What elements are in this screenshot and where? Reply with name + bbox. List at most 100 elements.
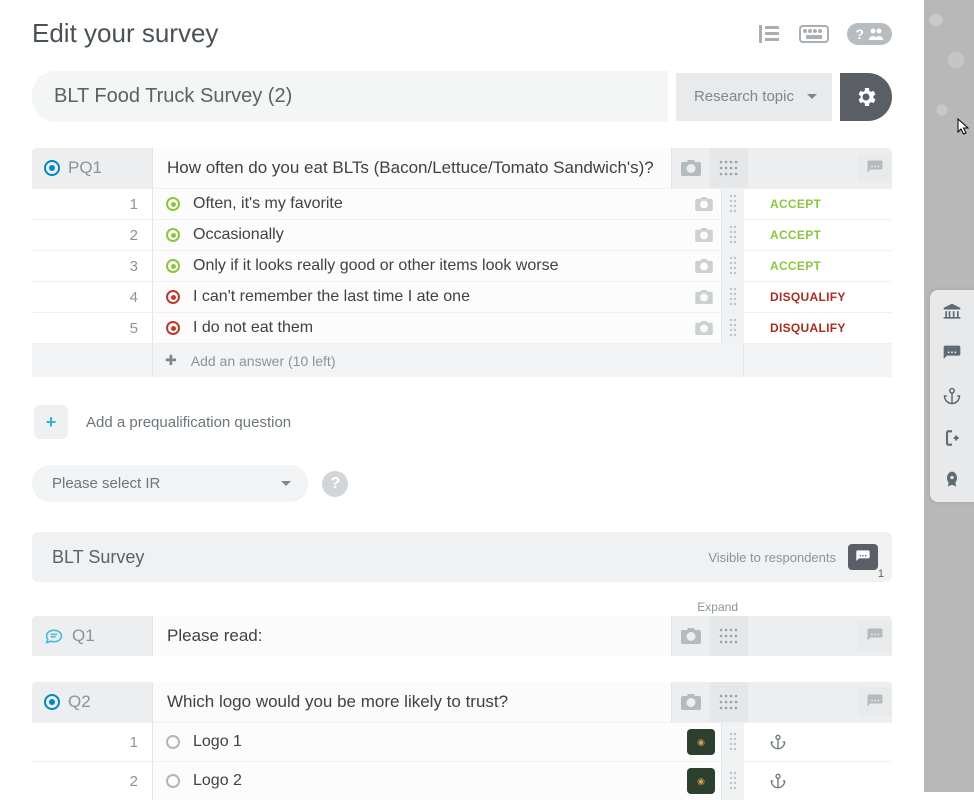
answer-radio[interactable]: [153, 774, 193, 788]
answer-text[interactable]: Often, it's my favorite: [193, 195, 687, 213]
visible-label: Visible to respondents: [708, 550, 836, 565]
answer-number: 4: [32, 282, 152, 312]
answer-number: 2: [32, 762, 152, 800]
question-code-cell: Q1: [32, 616, 152, 656]
question-q1: Q1 Please read:: [32, 616, 892, 656]
comment-icon[interactable]: [858, 687, 892, 717]
survey-name-row: BLT Food Truck Survey (2) Research topic: [32, 71, 892, 122]
ir-label: Please select IR: [52, 475, 160, 492]
question-text[interactable]: Please read:: [152, 616, 672, 656]
camera-icon[interactable]: [687, 290, 721, 304]
answer-text[interactable]: I do not eat them: [193, 319, 687, 337]
camera-icon[interactable]: [687, 197, 721, 211]
answer-text[interactable]: Logo 2: [193, 772, 687, 790]
comment-count: 1: [878, 568, 884, 580]
answer-radio[interactable]: [153, 228, 193, 242]
drag-handle-icon[interactable]: [722, 282, 744, 312]
page-title: Edit your survey: [32, 18, 218, 49]
camera-icon[interactable]: [672, 616, 710, 656]
answer-radio[interactable]: [153, 259, 193, 273]
tool-rocket-icon[interactable]: [940, 468, 964, 492]
answer-radio[interactable]: [153, 735, 193, 749]
question-header: Q2 Which logo would you be more likely t…: [32, 682, 892, 722]
tool-institution-icon[interactable]: [940, 300, 964, 324]
question-q2: Q2 Which logo would you be more likely t…: [32, 682, 892, 800]
comment-icon[interactable]: [858, 621, 892, 651]
answer-row: 1 Often, it's my favorite ACCEPT: [32, 188, 892, 219]
expand-link[interactable]: Expand: [32, 600, 892, 614]
tool-insert-icon[interactable]: [940, 426, 964, 450]
answer-text[interactable]: I can't remember the last time I ate one: [193, 288, 687, 306]
settings-button[interactable]: [840, 73, 892, 121]
header-icons: ?: [757, 23, 892, 45]
answer-number: 1: [32, 723, 152, 761]
section-bar: BLT Survey Visible to respondents 1: [32, 532, 892, 582]
camera-icon[interactable]: [672, 682, 710, 722]
answer-number: 5: [32, 313, 152, 343]
research-topic-dropdown[interactable]: Research topic: [676, 73, 832, 121]
grid-drag-icon[interactable]: [710, 616, 748, 656]
question-code: Q2: [68, 692, 91, 712]
drag-handle-icon[interactable]: [722, 723, 744, 761]
answer-row: 2 Logo 2◉: [32, 761, 892, 800]
question-text[interactable]: Which logo would you be more likely to t…: [152, 682, 672, 722]
question-text[interactable]: How often do you eat BLTs (Bacon/Lettuce…: [152, 148, 672, 188]
logo-thumbnail[interactable]: ◉: [687, 768, 715, 794]
outline-view-icon[interactable]: [757, 23, 781, 45]
keyboard-icon[interactable]: [799, 23, 829, 45]
ir-dropdown[interactable]: Please select IR: [32, 465, 308, 502]
grid-drag-icon[interactable]: [710, 682, 748, 722]
camera-icon[interactable]: [672, 148, 710, 188]
anchor-icon[interactable]: [744, 723, 892, 761]
answer-status[interactable]: DISQUALIFY: [744, 282, 892, 312]
drag-handle-icon[interactable]: [722, 762, 744, 800]
help-people-icon[interactable]: ?: [847, 23, 892, 45]
answer-status[interactable]: ACCEPT: [744, 189, 892, 219]
drag-handle-icon[interactable]: [722, 189, 744, 219]
main-content: Edit your survey ? BLT Food Truck Survey…: [0, 0, 924, 800]
answer-row: 3Only if it looks really good or other i…: [32, 250, 892, 281]
tool-comment-icon[interactable]: [940, 342, 964, 366]
drag-handle-icon[interactable]: [722, 313, 744, 343]
drag-handle-icon[interactable]: [722, 251, 744, 281]
add-answer-row: ✚ Add an answer (10 left): [32, 343, 892, 377]
question-code-cell: Q2: [32, 682, 152, 722]
answer-status[interactable]: DISQUALIFY: [744, 313, 892, 343]
gear-icon: [854, 85, 878, 109]
tool-anchor-icon[interactable]: [940, 384, 964, 408]
camera-icon[interactable]: [687, 321, 721, 335]
logo-thumbnail[interactable]: ◉: [687, 729, 715, 755]
answer-status[interactable]: ACCEPT: [744, 220, 892, 250]
answer-text[interactable]: Only if it looks really good or other it…: [193, 257, 687, 275]
question-tools: [672, 682, 892, 722]
comment-icon[interactable]: [858, 153, 892, 183]
answer-text[interactable]: Logo 1: [193, 733, 687, 751]
help-icon[interactable]: ?: [322, 471, 348, 497]
answer-radio[interactable]: [153, 321, 193, 335]
answer-status[interactable]: ACCEPT: [744, 251, 892, 281]
camera-icon[interactable]: [687, 259, 721, 273]
section-name[interactable]: BLT Survey: [52, 547, 144, 568]
add-answer-button[interactable]: ✚ Add an answer (10 left): [152, 344, 744, 377]
radio-type-icon: [44, 694, 60, 710]
question-code: Q1: [72, 626, 95, 646]
answer-number: 2: [32, 220, 152, 250]
anchor-icon[interactable]: [744, 762, 892, 800]
answer-radio[interactable]: [153, 197, 193, 211]
question-tools: [672, 616, 892, 656]
add-answer-label: Add an answer (10 left): [191, 353, 336, 369]
answer-number: 1: [32, 189, 152, 219]
section-comment-icon[interactable]: 1: [848, 544, 878, 570]
answer-text[interactable]: Occasionally: [193, 226, 687, 244]
answer-radio[interactable]: [153, 290, 193, 304]
drag-handle-icon[interactable]: [722, 220, 744, 250]
answer-row: 2 Occasionally ACCEPT: [32, 219, 892, 250]
radio-type-icon: [44, 160, 60, 176]
plus-icon: ✚: [165, 352, 177, 369]
grid-drag-icon[interactable]: [710, 148, 748, 188]
add-pq-label: Add a prequalification question: [86, 414, 291, 431]
camera-icon[interactable]: [687, 228, 721, 242]
survey-name-input[interactable]: BLT Food Truck Survey (2): [32, 71, 668, 122]
add-prequalification-button[interactable]: + Add a prequalification question: [34, 405, 892, 439]
question-pq1: PQ1 How often do you eat BLTs (Bacon/Let…: [32, 148, 892, 377]
